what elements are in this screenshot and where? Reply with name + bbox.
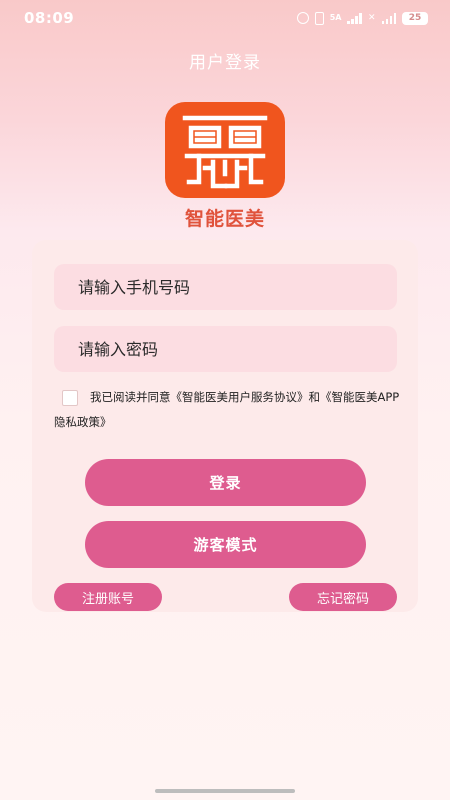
signal-icon	[347, 12, 362, 24]
battery-icon: 25	[402, 11, 428, 25]
vibrate-icon	[314, 11, 324, 25]
wifi-off-icon: ✕	[367, 13, 376, 23]
app-name: 智能医美	[184, 208, 265, 230]
agreement-text: 我已阅读并同意《智能医美用户服务协议》和《智能医美APP隐私政策》	[54, 385, 400, 435]
status-bar: 08:09 5A ✕ 25	[0, 0, 450, 36]
app-logo-icon	[165, 102, 285, 198]
login-button[interactable]: 登录	[85, 459, 366, 506]
network-label: 5A	[329, 13, 342, 22]
password-input[interactable]	[54, 326, 397, 372]
phone-input[interactable]	[54, 264, 397, 310]
user-agreement-link[interactable]: 《智能医美用户服务协议》	[171, 390, 309, 404]
status-icons: 5A ✕ 25	[296, 11, 428, 25]
signal-icon-2	[381, 12, 396, 24]
register-button[interactable]: 注册账号	[54, 583, 162, 611]
status-time: 08:09	[24, 9, 75, 27]
guest-mode-button[interactable]: 游客模式	[85, 521, 366, 568]
agreement-prefix: 我已阅读并同意	[90, 390, 171, 404]
page-title: 用户登录	[189, 52, 261, 73]
forgot-password-button[interactable]: 忘记密码	[289, 583, 397, 611]
agreement-conjunction: 和	[308, 390, 321, 404]
header: 用户登录	[0, 36, 450, 84]
alarm-icon	[296, 12, 309, 24]
home-indicator[interactable]	[155, 789, 295, 793]
app-logo-glyph	[182, 115, 268, 189]
